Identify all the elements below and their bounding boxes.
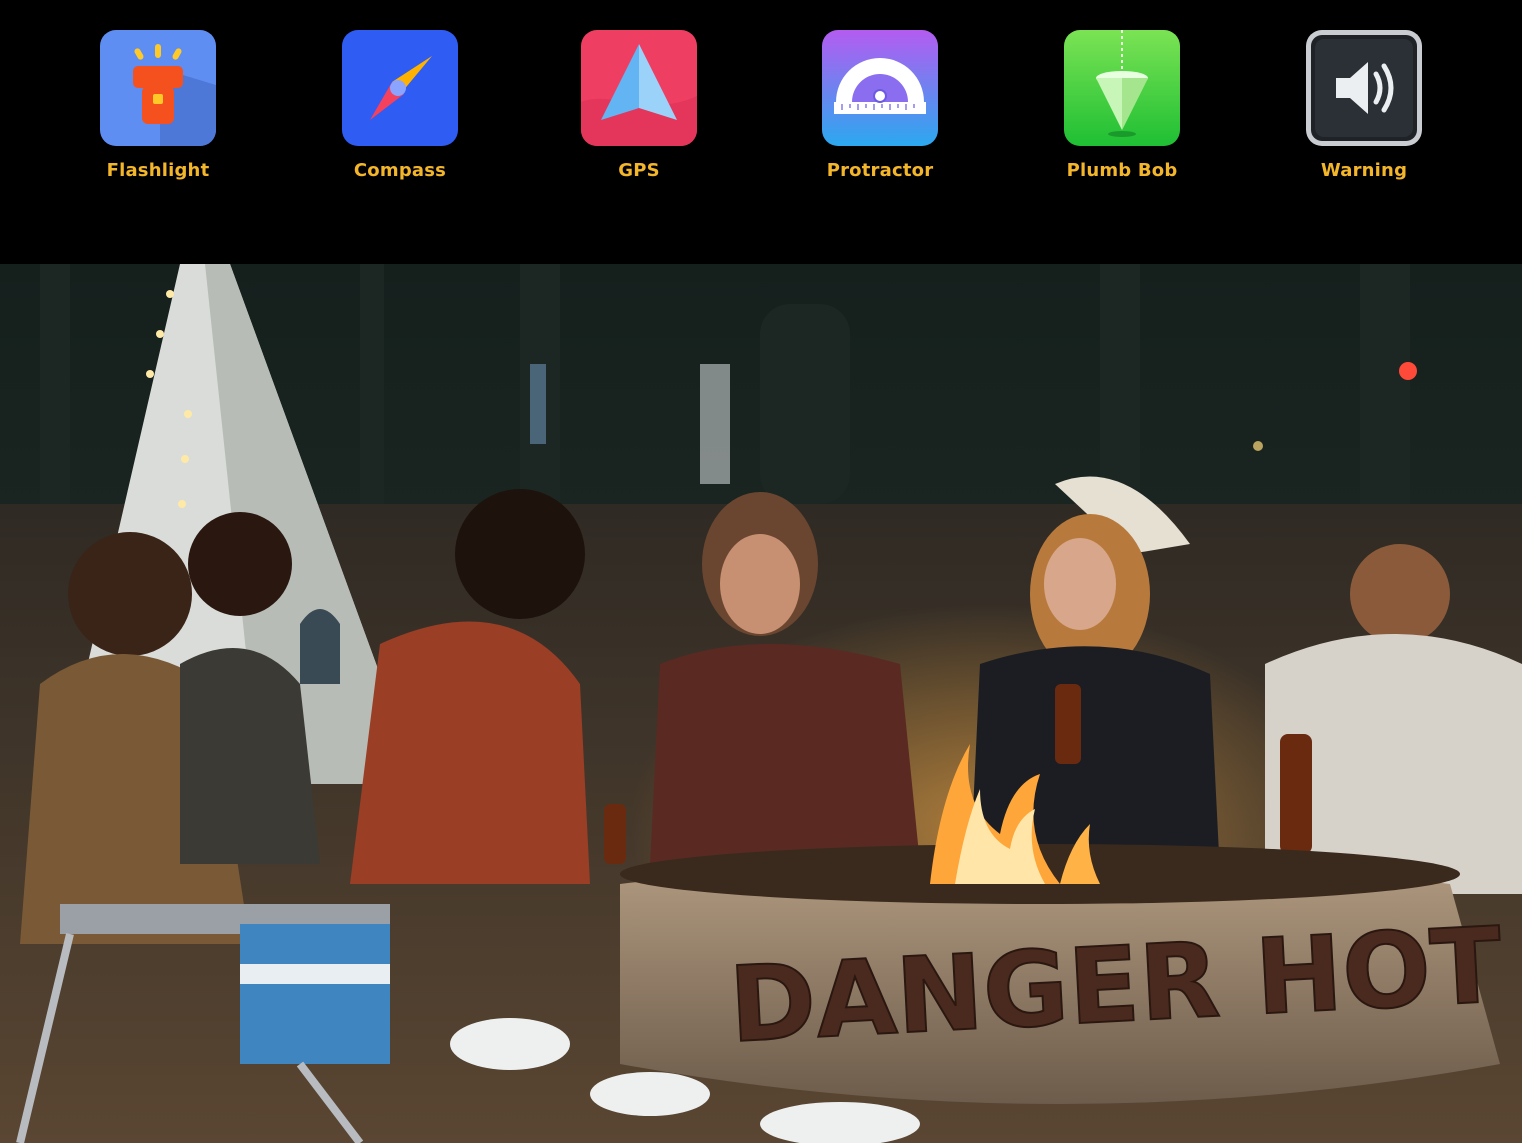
- compass-icon: [342, 30, 458, 146]
- app-protractor[interactable]: Protractor: [800, 30, 960, 210]
- app-label: Warning: [1320, 160, 1408, 181]
- flashlight-icon: [100, 30, 216, 146]
- app-label: Plumb Bob: [1066, 160, 1178, 181]
- campfire-photo: DANGER HOT: [0, 264, 1522, 1143]
- app-compass[interactable]: Compass: [320, 30, 480, 210]
- app-label: Protractor: [826, 160, 934, 181]
- app-warning[interactable]: Warning: [1284, 30, 1444, 210]
- app-label: Compass: [353, 160, 447, 181]
- app-label: Flashlight: [106, 160, 210, 181]
- app-label: GPS: [618, 160, 660, 181]
- gps-icon: [581, 30, 697, 146]
- app-gps[interactable]: GPS: [559, 30, 719, 210]
- app-launcher-bar: Flashlight Compass GPS Protractor Plumb …: [0, 0, 1522, 264]
- plumb-bob-icon: [1064, 30, 1180, 146]
- app-flashlight[interactable]: Flashlight: [78, 30, 238, 210]
- speaker-icon: [1306, 30, 1422, 146]
- app-plumb-bob[interactable]: Plumb Bob: [1042, 30, 1202, 210]
- protractor-icon: [822, 30, 938, 146]
